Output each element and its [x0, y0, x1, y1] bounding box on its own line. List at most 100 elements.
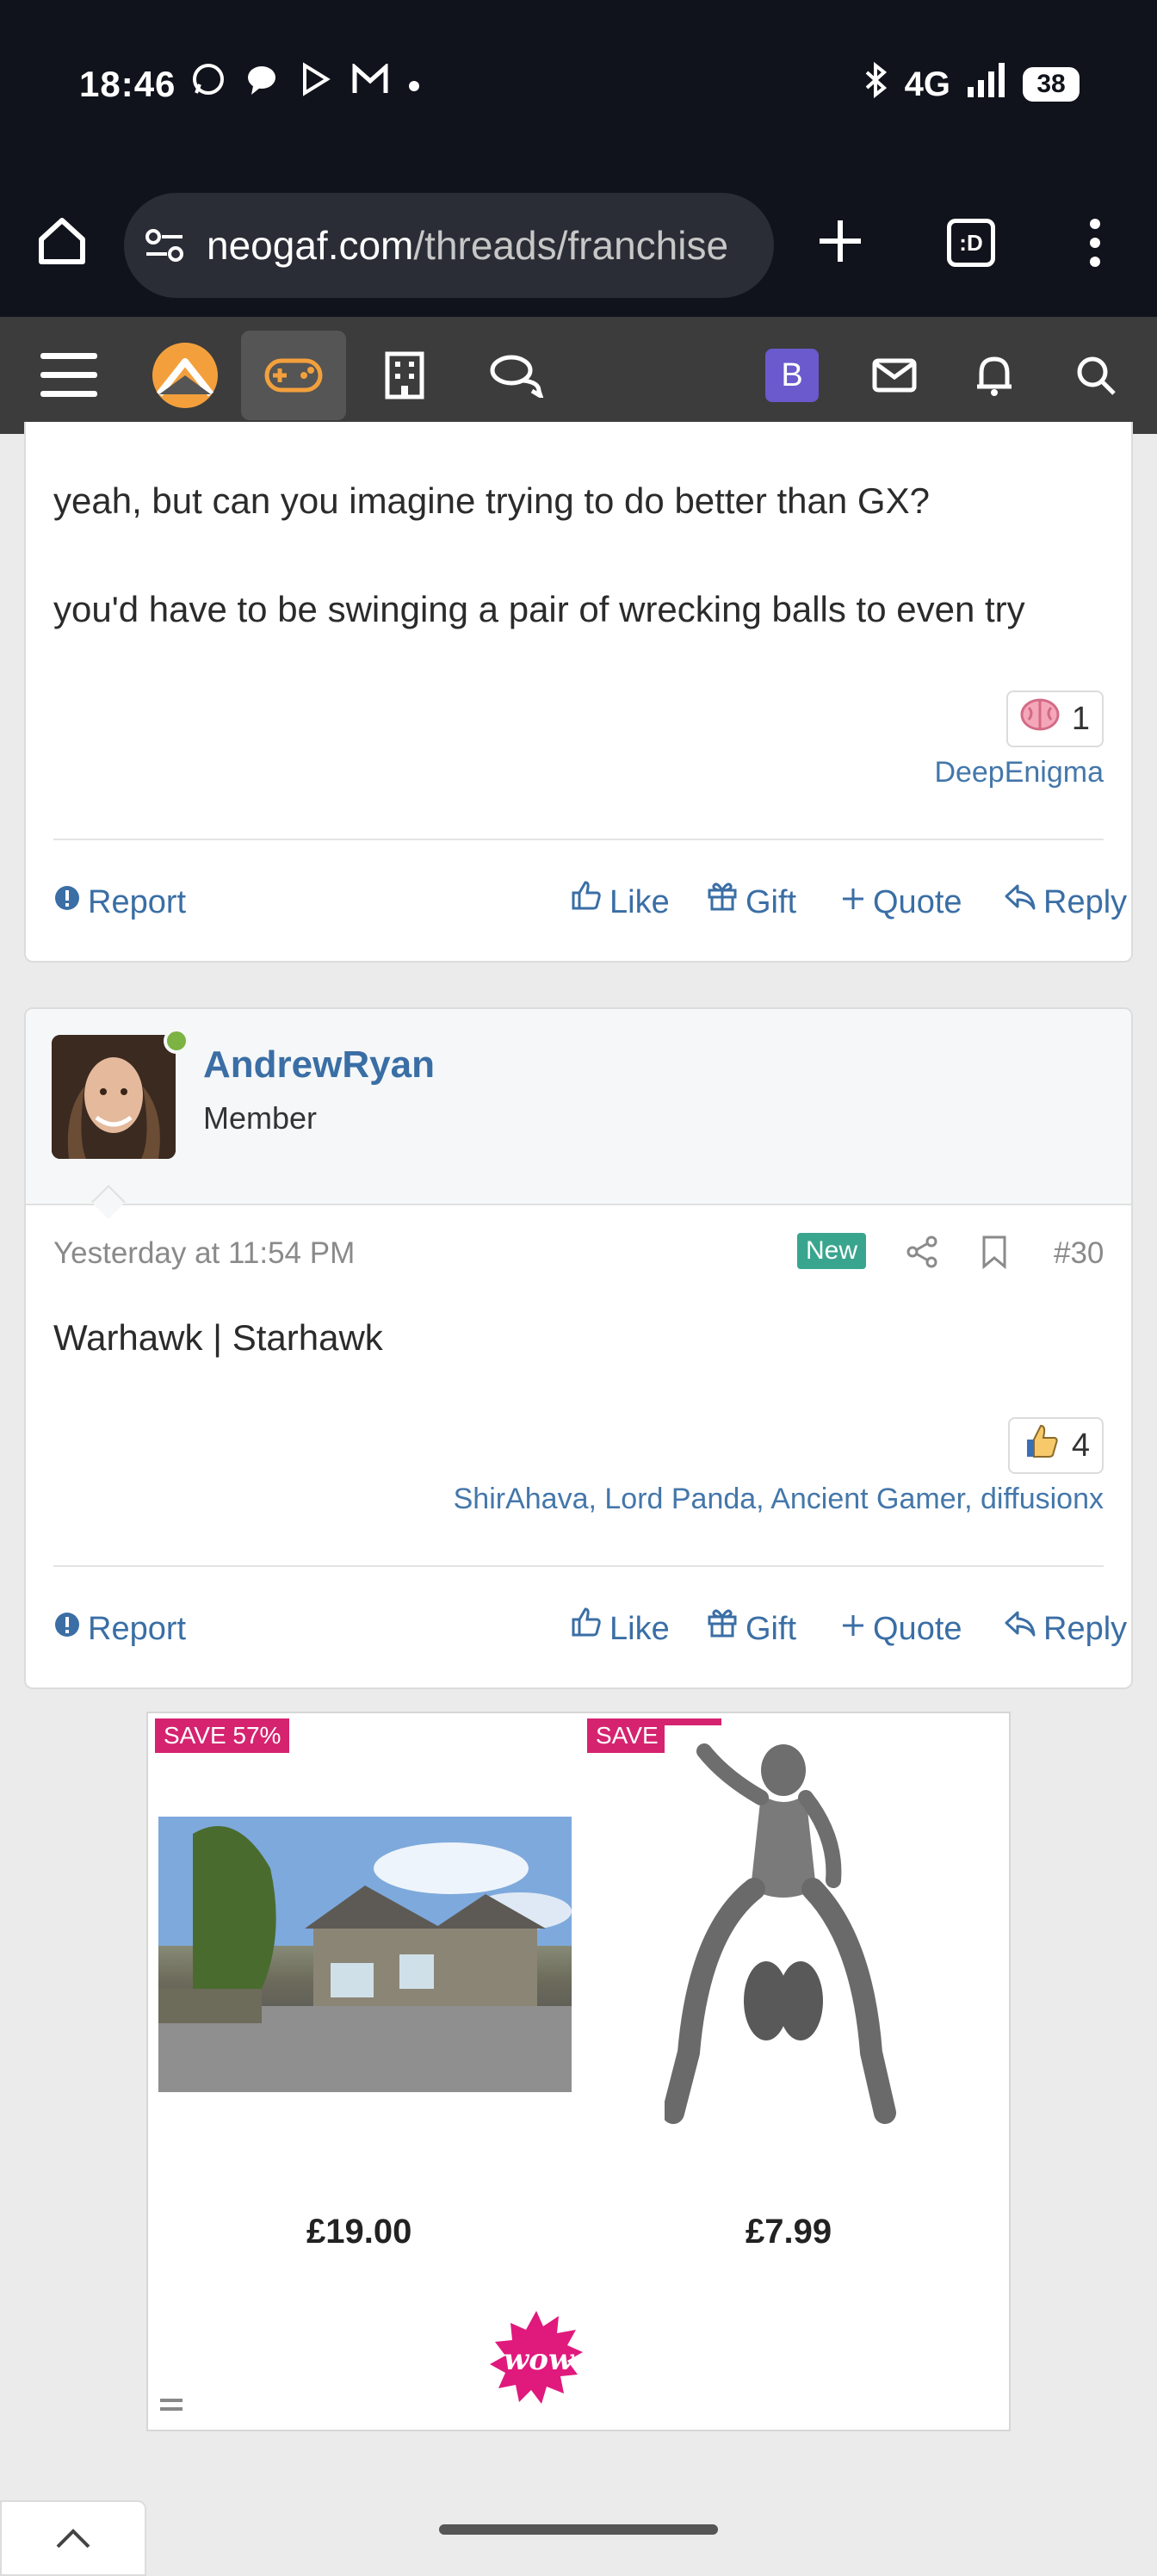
discount-badge: SAVE 57% — [155, 1718, 290, 1753]
reply-label: Reply — [1043, 1611, 1128, 1647]
report-label: Report — [88, 1611, 187, 1647]
search-icon[interactable] — [1067, 317, 1124, 434]
like-button[interactable]: Like — [570, 1603, 670, 1655]
status-bar: 18:46 4G 38 — [0, 0, 1157, 172]
post-actions: Report Like Gift Quote Reply — [53, 1603, 1127, 1655]
status-right: 4G 38 — [863, 61, 1080, 107]
notification-icons — [191, 62, 420, 102]
quote-label: Quote — [873, 884, 962, 920]
gamepad-icon[interactable] — [241, 317, 346, 434]
bluetooth-icon — [863, 61, 889, 107]
home-icon[interactable] — [36, 215, 88, 276]
quote-label: Quote — [873, 1611, 962, 1647]
network-type: 4G — [904, 65, 950, 103]
plus-icon — [840, 876, 866, 928]
reaction-count: 1 — [1071, 700, 1090, 737]
post-body-line: yeah, but can you imagine trying to do b… — [53, 480, 930, 521]
reply-button[interactable]: Reply — [1004, 1603, 1127, 1655]
avatar[interactable] — [52, 1035, 176, 1159]
status-badge: New — [797, 1233, 867, 1269]
report-button[interactable]: Report — [53, 876, 186, 928]
like-label: Like — [609, 884, 670, 920]
reaction-summary[interactable]: 1 — [1005, 690, 1104, 747]
quote-button[interactable]: Quote — [840, 876, 962, 928]
user-initial: B — [765, 349, 819, 402]
user-avatar-button[interactable]: B — [764, 317, 820, 434]
reactors-list[interactable]: DeepEnigma — [934, 756, 1104, 790]
status-time: 18:46 — [79, 64, 176, 104]
brand-logo[interactable]: wowcher — [488, 2309, 677, 2412]
like-label: Like — [609, 1611, 670, 1647]
like-button[interactable]: Like — [570, 876, 670, 928]
gift-button[interactable]: Gift — [706, 876, 796, 928]
thumbs-up-icon — [1022, 1422, 1060, 1469]
gift-icon — [706, 876, 739, 928]
gesture-home-bar[interactable] — [439, 2524, 718, 2535]
gmail-icon — [351, 62, 389, 100]
reactors-list[interactable]: ShirAhava, Lord Panda, Ancient Gamer, di… — [454, 1483, 1104, 1516]
play-icon — [298, 62, 332, 102]
reaction-count: 4 — [1071, 1427, 1090, 1464]
username-link[interactable]: AndrewRyan — [203, 1043, 435, 1087]
post-user-header: AndrewRyan Member — [26, 1009, 1131, 1205]
inbox-icon[interactable] — [866, 317, 923, 434]
bookmark-icon[interactable] — [980, 1235, 1009, 1278]
post-card: AndrewRyan Member Yesterday at 11:54 PM … — [24, 1007, 1133, 1689]
gift-button[interactable]: Gift — [706, 1603, 796, 1655]
gift-icon — [706, 1603, 739, 1655]
gift-label: Gift — [746, 884, 797, 920]
url-host: neogaf.com — [207, 223, 414, 268]
post-card-previous: yeah, but can you imagine trying to do b… — [24, 422, 1133, 963]
post-body: Warhawk | Starhawk — [53, 1317, 383, 1358]
advertisement[interactable]: SAVE 57% SAVE 60% £19.00 £7.99 wowcher — [146, 1712, 1011, 2431]
post-number[interactable]: #30 — [1054, 1236, 1104, 1271]
brain-icon — [1020, 697, 1060, 740]
ad-product-image[interactable] — [662, 1725, 899, 2173]
tab-switcher-button[interactable]: :D — [947, 219, 995, 267]
battery-icon: 38 — [1023, 67, 1080, 102]
alert-icon — [53, 876, 81, 928]
share-icon[interactable] — [906, 1235, 940, 1278]
thumbs-up-icon — [570, 1603, 603, 1655]
post-divider — [53, 1565, 1104, 1567]
new-tab-icon[interactable] — [816, 217, 864, 274]
gift-label: Gift — [746, 1611, 797, 1647]
signal-icon — [966, 63, 1007, 106]
quote-button[interactable]: Quote — [840, 1603, 962, 1655]
scroll-up-button[interactable] — [0, 2500, 146, 2576]
chevron-up-icon — [54, 2517, 92, 2560]
building-icon[interactable] — [370, 317, 439, 434]
user-title: Member — [203, 1100, 318, 1136]
site-navigation: B — [0, 317, 1157, 434]
report-button[interactable]: Report — [53, 1603, 186, 1655]
reply-icon — [1004, 876, 1036, 928]
post-divider — [53, 839, 1104, 840]
reply-label: Reply — [1043, 884, 1128, 920]
reply-icon — [1004, 1603, 1036, 1655]
brand-logo-text: wowcher — [504, 2343, 648, 2377]
alert-icon — [53, 1603, 81, 1655]
reply-button[interactable]: Reply — [1004, 876, 1127, 928]
address-bar[interactable]: neogaf.com/threads/franchise — [124, 193, 774, 298]
post-body-line: you'd have to be swinging a pair of wrec… — [53, 589, 1025, 629]
post-actions: Report Like Gift Quote Reply — [53, 876, 1127, 928]
neogaf-logo[interactable] — [146, 317, 224, 434]
reaction-summary[interactable]: 4 — [1007, 1417, 1104, 1474]
thumbs-up-icon — [570, 876, 603, 928]
report-label: Report — [88, 884, 187, 920]
ad-product-image[interactable] — [158, 1817, 572, 2092]
bell-icon[interactable] — [966, 317, 1023, 434]
url-path: /threads/franchise — [413, 223, 729, 268]
site-settings-icon[interactable] — [145, 226, 184, 269]
whatsapp-icon — [191, 62, 226, 102]
more-menu-icon[interactable] — [1086, 217, 1104, 273]
online-indicator — [164, 1028, 189, 1054]
ad-price: £19.00 — [306, 2213, 412, 2251]
hamburger-menu-icon[interactable] — [34, 317, 103, 434]
plus-icon — [840, 1603, 866, 1655]
conversations-icon[interactable] — [482, 317, 551, 434]
chat-icon — [244, 62, 279, 102]
dot-icon — [408, 66, 420, 97]
ad-info-icon[interactable] — [160, 2392, 183, 2421]
post-date[interactable]: Yesterday at 11:54 PM — [53, 1236, 355, 1271]
